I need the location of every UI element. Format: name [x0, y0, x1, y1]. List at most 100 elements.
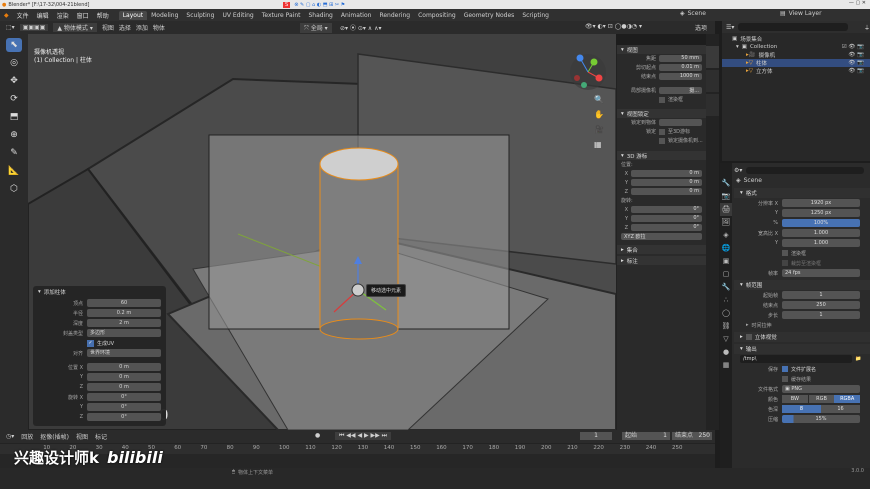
color-rgba-option[interactable]: RGBA — [834, 395, 861, 403]
select-mode-icons[interactable]: ▣▣▣▣ — [19, 24, 49, 31]
outliner-search-field[interactable] — [738, 23, 848, 31]
window-controls[interactable]: — ▢ ✕ — [849, 0, 866, 6]
visibility-icons[interactable]: ☑ 👁 📷 — [842, 44, 864, 50]
res-x-field[interactable]: 1920 px — [782, 199, 860, 207]
navigation-gizmo[interactable] — [568, 52, 608, 92]
tab-geometry-nodes[interactable]: Geometry Nodes — [460, 11, 519, 20]
camera-view-icon[interactable]: 🎥 — [594, 122, 604, 137]
world-tab-icon[interactable]: 🌐 — [720, 242, 732, 255]
uv-checkbox[interactable]: ✓ — [87, 339, 94, 347]
blender-menu-icon[interactable]: ◆ — [0, 12, 13, 19]
keying-menu[interactable]: 抠像(插帧) — [40, 432, 69, 441]
physics-tab-icon[interactable]: ◯ — [720, 307, 732, 320]
clip-end-field[interactable]: 1000 m — [659, 73, 702, 80]
stereo-checkbox[interactable] — [745, 334, 752, 340]
visibility-icons[interactable]: 👁 📷 — [848, 68, 864, 74]
marker-menu[interactable]: 标记 — [95, 432, 107, 441]
material-tab-icon[interactable]: ● — [720, 346, 732, 359]
frame-range-header[interactable]: ▾ 帧范围 — [734, 280, 870, 290]
annotate-tool-icon[interactable]: ✎ — [6, 146, 22, 160]
tab-uv-editing[interactable]: UV Editing — [218, 11, 257, 20]
texture-tab-icon[interactable]: ▦ — [720, 359, 732, 372]
outliner-scene-collection[interactable]: ▣ 场景集合 — [722, 35, 870, 43]
color-bw-option[interactable]: BW — [782, 395, 808, 403]
align-dropdown[interactable]: 世界环境 — [87, 349, 161, 357]
location-z-field[interactable]: 0 m — [87, 383, 161, 391]
record-icon[interactable]: ● — [315, 432, 320, 439]
aspect-x-field[interactable]: 1.000 — [782, 229, 860, 237]
time-stretch-header[interactable]: ▸ 时间拉伸 — [734, 320, 870, 330]
orientation-dropdown[interactable]: ⤧ 全局 ▾ — [300, 23, 332, 33]
current-frame-field[interactable]: 1 — [580, 432, 612, 440]
tab-animation[interactable]: Animation — [337, 11, 376, 20]
expand-icon[interactable]: ▾ — [736, 44, 739, 50]
outliner-item-cube[interactable]: ▸▽ 立方体 👁 📷 — [722, 67, 870, 75]
menu-edit[interactable]: 编辑 — [33, 11, 53, 20]
cursor-rz-field[interactable]: 0° — [631, 224, 702, 231]
view-lock-header[interactable]: ▾ 视图锁定 — [617, 109, 706, 118]
render-tab-icon[interactable]: 📷 — [720, 190, 732, 203]
rotate-tool-icon[interactable]: ⟳ — [6, 92, 22, 106]
editor-type-icon[interactable]: ⬚▾ — [6, 24, 15, 31]
frame-step-field[interactable]: 1 — [782, 311, 860, 319]
tab-scripting[interactable]: Scripting — [518, 11, 553, 20]
lock-cursor-checkbox[interactable] — [659, 128, 665, 135]
stereo-header[interactable]: ▸ 立体视觉 — [734, 332, 870, 342]
scene-selector[interactable]: ◈ Scene — [680, 10, 706, 17]
scale-tool-icon[interactable]: ⬒ — [6, 110, 22, 124]
radius-field[interactable]: 0.2 m — [87, 309, 161, 317]
frame-end-field[interactable]: 结束点 250 — [672, 432, 712, 440]
add-cube-tool-icon[interactable]: ⬡ — [6, 182, 22, 196]
fps-dropdown[interactable]: 24 fps — [782, 269, 860, 277]
tool-tab-icon[interactable]: 🔧 — [720, 177, 732, 190]
rotation-mode-dropdown[interactable]: XYZ 欧拉 — [621, 233, 702, 240]
vertices-field[interactable]: 60 — [87, 299, 161, 307]
location-x-field[interactable]: 0 m — [87, 363, 161, 371]
depth-field[interactable]: 2 m — [87, 319, 161, 327]
cursor-tool-icon[interactable]: ◎ — [6, 56, 22, 70]
lock-camera-checkbox[interactable] — [659, 137, 665, 144]
file-ext-checkbox[interactable] — [782, 366, 788, 372]
outliner-item-collection[interactable]: ▾ ▣ Collection ☑ 👁 📷 — [722, 43, 870, 51]
visibility-icons[interactable]: 👁 📷 — [848, 60, 864, 66]
menu-object[interactable]: 物体 — [153, 23, 165, 32]
folder-icon[interactable]: 📁 — [855, 356, 861, 362]
frame-start-field[interactable]: 1 — [782, 291, 860, 299]
scene-tab-icon[interactable]: ◈ — [720, 229, 732, 242]
menu-select[interactable]: 选择 — [119, 23, 131, 32]
cursor-y-field[interactable]: 0 m — [631, 179, 702, 186]
timeline-view-menu[interactable]: 视图 — [76, 432, 88, 441]
clip-start-field[interactable]: 0.01 m — [659, 64, 702, 71]
menu-render[interactable]: 渲染 — [53, 11, 73, 20]
menu-view[interactable]: 视图 — [102, 23, 114, 32]
focal-field[interactable]: 50 mm — [659, 55, 702, 62]
rotation-y-field[interactable]: 0° — [87, 403, 161, 411]
properties-search[interactable] — [746, 166, 864, 174]
transform-tool-icon[interactable]: ⊕ — [6, 128, 22, 142]
res-percent-field[interactable]: 100% — [782, 219, 860, 227]
tab-texture-paint[interactable]: Texture Paint — [258, 11, 305, 20]
hand-icon[interactable]: ✋ — [594, 107, 604, 122]
view-layer-tab-icon[interactable]: 🖼 — [720, 216, 732, 229]
cap-dropdown[interactable]: 多边形 — [87, 329, 161, 337]
aspect-y-field[interactable]: 1.000 — [782, 239, 860, 247]
grid-icon[interactable]: ▦ — [594, 137, 604, 152]
redo-panel-header[interactable]: ▾ 添加柱体 — [33, 286, 166, 298]
outliner-type-icon[interactable]: ☰▾ — [726, 24, 734, 31]
output-path-field[interactable]: /tmp\ — [740, 355, 852, 363]
menu-help[interactable]: 帮助 — [93, 11, 113, 20]
select-box-tool-icon[interactable]: ⬉ — [6, 38, 22, 52]
mode-dropdown[interactable]: ▲ 物体模式 ▾ — [53, 23, 97, 32]
modifier-tab-icon[interactable]: 🔧 — [720, 281, 732, 294]
cursor-section-header[interactable]: ▾ 3D 游标 — [617, 151, 706, 160]
tab-sculpting[interactable]: Sculpting — [182, 11, 218, 20]
measure-tool-icon[interactable]: 📐 — [6, 164, 22, 178]
move-tool-icon[interactable]: ✥ — [6, 74, 22, 88]
frame-start-field[interactable]: 起始 1 — [622, 432, 670, 440]
filter-icon[interactable]: ⏚ — [864, 23, 870, 32]
cursor-z-field[interactable]: 0 m — [631, 188, 702, 195]
render-region-checkbox[interactable] — [782, 250, 788, 256]
timeline-editor-icon[interactable]: ◷▾ — [6, 433, 14, 440]
depth-8-option[interactable]: 8 — [782, 405, 821, 413]
color-rgb-option[interactable]: RGB — [807, 395, 835, 403]
